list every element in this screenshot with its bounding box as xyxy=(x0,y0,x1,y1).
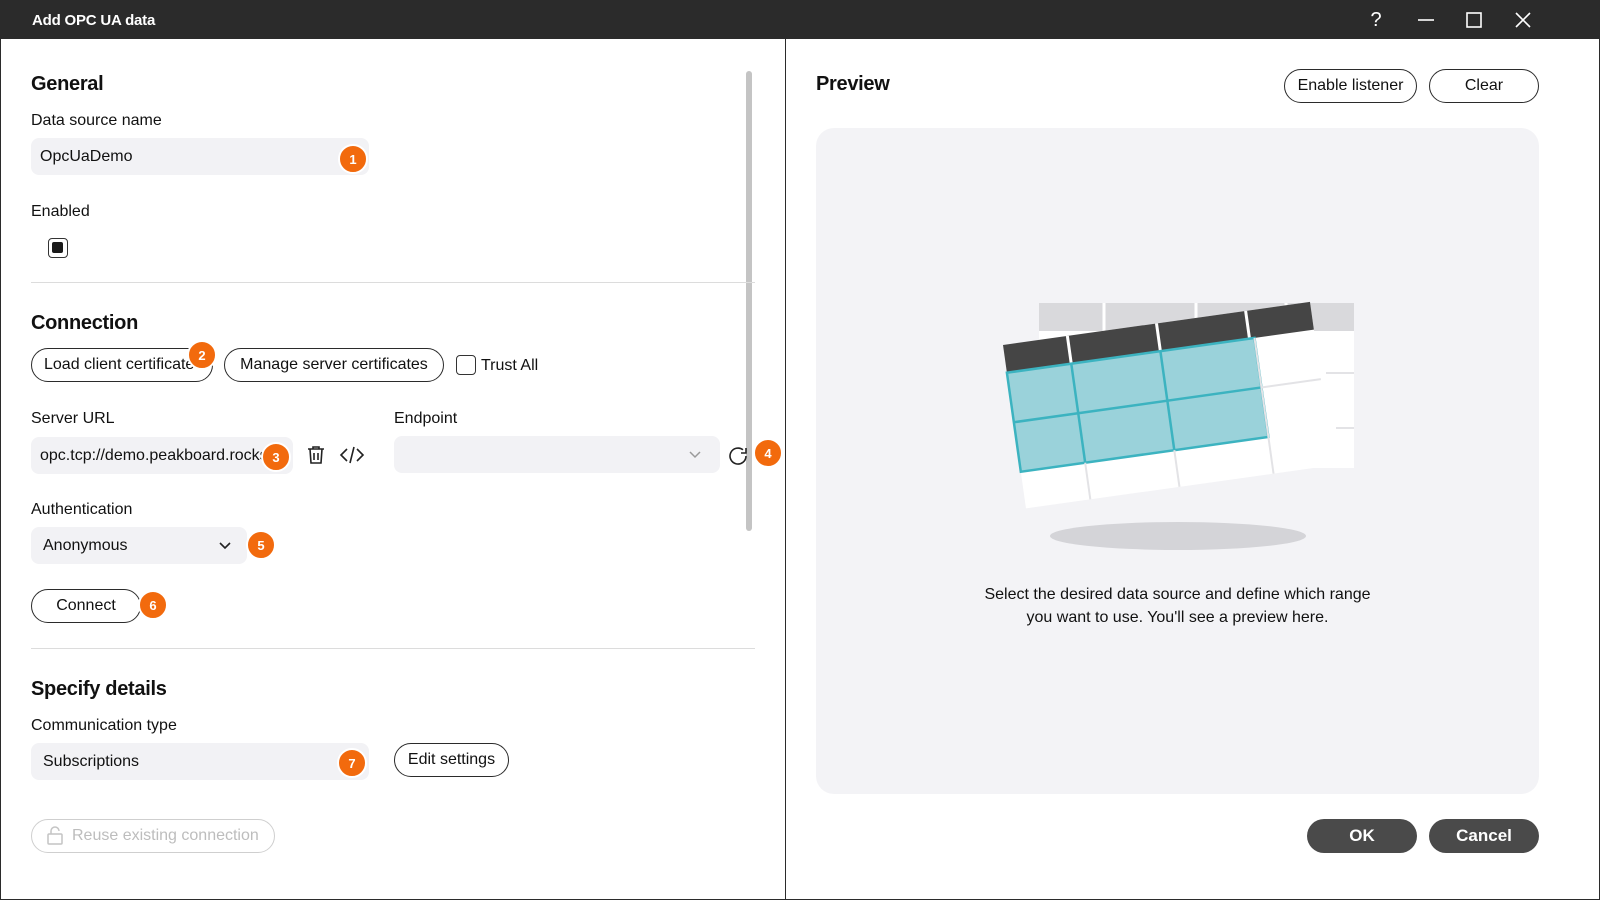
ok-button[interactable]: OK xyxy=(1307,819,1417,853)
chevron-down-icon xyxy=(219,542,231,550)
enabled-checkbox[interactable] xyxy=(48,238,68,258)
server-url-input[interactable]: opc.tcp://demo.peakboard.rocks xyxy=(31,437,293,474)
endpoint-select[interactable] xyxy=(394,436,720,473)
enabled-label: Enabled xyxy=(31,203,90,220)
close-button[interactable] xyxy=(1503,5,1543,35)
general-heading: General xyxy=(31,73,104,95)
callout-badge-7: 7 xyxy=(337,748,367,778)
authentication-select[interactable]: Anonymous xyxy=(31,527,247,564)
code-icon xyxy=(339,446,365,464)
enable-listener-button[interactable]: Enable listener xyxy=(1284,69,1417,103)
connect-label: Connect xyxy=(56,597,116,614)
trust-all-label: Trust All xyxy=(481,357,539,374)
ok-label: OK xyxy=(1349,826,1375,845)
trust-all-checkbox[interactable] xyxy=(456,355,476,375)
enable-listener-label: Enable listener xyxy=(1297,77,1404,94)
table-illustration xyxy=(1002,301,1354,550)
callout-badge-2: 2 xyxy=(187,340,217,370)
reuse-existing-connection-label: Reuse existing connection xyxy=(72,827,259,844)
connect-button[interactable]: Connect xyxy=(31,589,141,623)
clear-button[interactable]: Clear xyxy=(1429,69,1539,103)
cancel-label: Cancel xyxy=(1456,826,1512,845)
help-icon: ? xyxy=(1370,8,1382,31)
refresh-icon xyxy=(729,447,747,465)
trash-icon xyxy=(308,446,324,464)
preview-text-line-1: Select the desired data source and defin… xyxy=(984,586,1371,603)
data-source-name-value: OpcUaDemo xyxy=(40,147,133,165)
communication-type-value: Subscriptions xyxy=(43,752,140,770)
preview-area: Select the desired data source and defin… xyxy=(816,128,1539,794)
edit-settings-label: Edit settings xyxy=(407,751,496,768)
server-url-value: opc.tcp://demo.peakboard.rocks xyxy=(40,446,268,464)
section-divider xyxy=(31,648,755,649)
delete-url-button[interactable] xyxy=(304,443,328,467)
maximize-icon xyxy=(1466,12,1482,28)
code-editor-button[interactable] xyxy=(339,443,365,467)
edit-settings-button[interactable]: Edit settings xyxy=(394,743,509,777)
chevron-down-icon xyxy=(689,451,701,459)
callout-badge-1: 1 xyxy=(338,144,368,174)
callout-badge-6: 6 xyxy=(138,590,168,620)
preview-placeholder-text: Select the desired data source and defin… xyxy=(816,583,1539,629)
specify-details-heading: Specify details xyxy=(31,678,167,700)
reuse-existing-connection-button[interactable]: Reuse existing connection xyxy=(31,819,275,853)
authentication-label: Authentication xyxy=(31,501,133,518)
refresh-endpoints-button[interactable] xyxy=(726,444,750,468)
lock-icon xyxy=(47,826,63,845)
minimize-button[interactable] xyxy=(1406,5,1446,35)
manage-server-certificates-label: Manage server certificates xyxy=(240,356,428,373)
section-divider xyxy=(31,282,755,283)
connection-heading: Connection xyxy=(31,312,138,334)
maximize-button[interactable] xyxy=(1454,5,1494,35)
cancel-button[interactable]: Cancel xyxy=(1429,819,1539,853)
server-url-label: Server URL xyxy=(31,410,115,427)
panel-divider xyxy=(785,39,786,900)
window-title: Add OPC UA data xyxy=(32,12,156,29)
callout-badge-3: 3 xyxy=(261,442,291,472)
minimize-icon xyxy=(1418,19,1434,21)
preview-heading: Preview xyxy=(816,73,890,95)
clear-label: Clear xyxy=(1464,77,1504,94)
title-bar: Add OPC UA data ? xyxy=(1,1,1599,39)
close-icon xyxy=(1515,12,1531,28)
load-client-certificate-button[interactable]: Load client certificate xyxy=(31,348,213,382)
endpoint-label: Endpoint xyxy=(394,410,458,427)
authentication-value: Anonymous xyxy=(43,536,128,554)
dialog-window: Add OPC UA data ? General Data source na… xyxy=(0,0,1600,900)
data-source-name-input[interactable]: OpcUaDemo xyxy=(31,138,369,175)
help-button[interactable]: ? xyxy=(1356,5,1396,35)
communication-type-label: Communication type xyxy=(31,717,177,734)
communication-type-select[interactable]: Subscriptions xyxy=(31,743,369,780)
preview-text-line-2: you want to use. You'll see a preview he… xyxy=(1026,609,1329,626)
manage-server-certificates-button[interactable]: Manage server certificates xyxy=(224,348,444,382)
load-client-certificate-label: Load client certificate xyxy=(44,356,195,373)
data-source-name-label: Data source name xyxy=(31,112,162,129)
callout-badge-4: 4 xyxy=(753,438,783,468)
callout-badge-5: 5 xyxy=(246,530,276,560)
